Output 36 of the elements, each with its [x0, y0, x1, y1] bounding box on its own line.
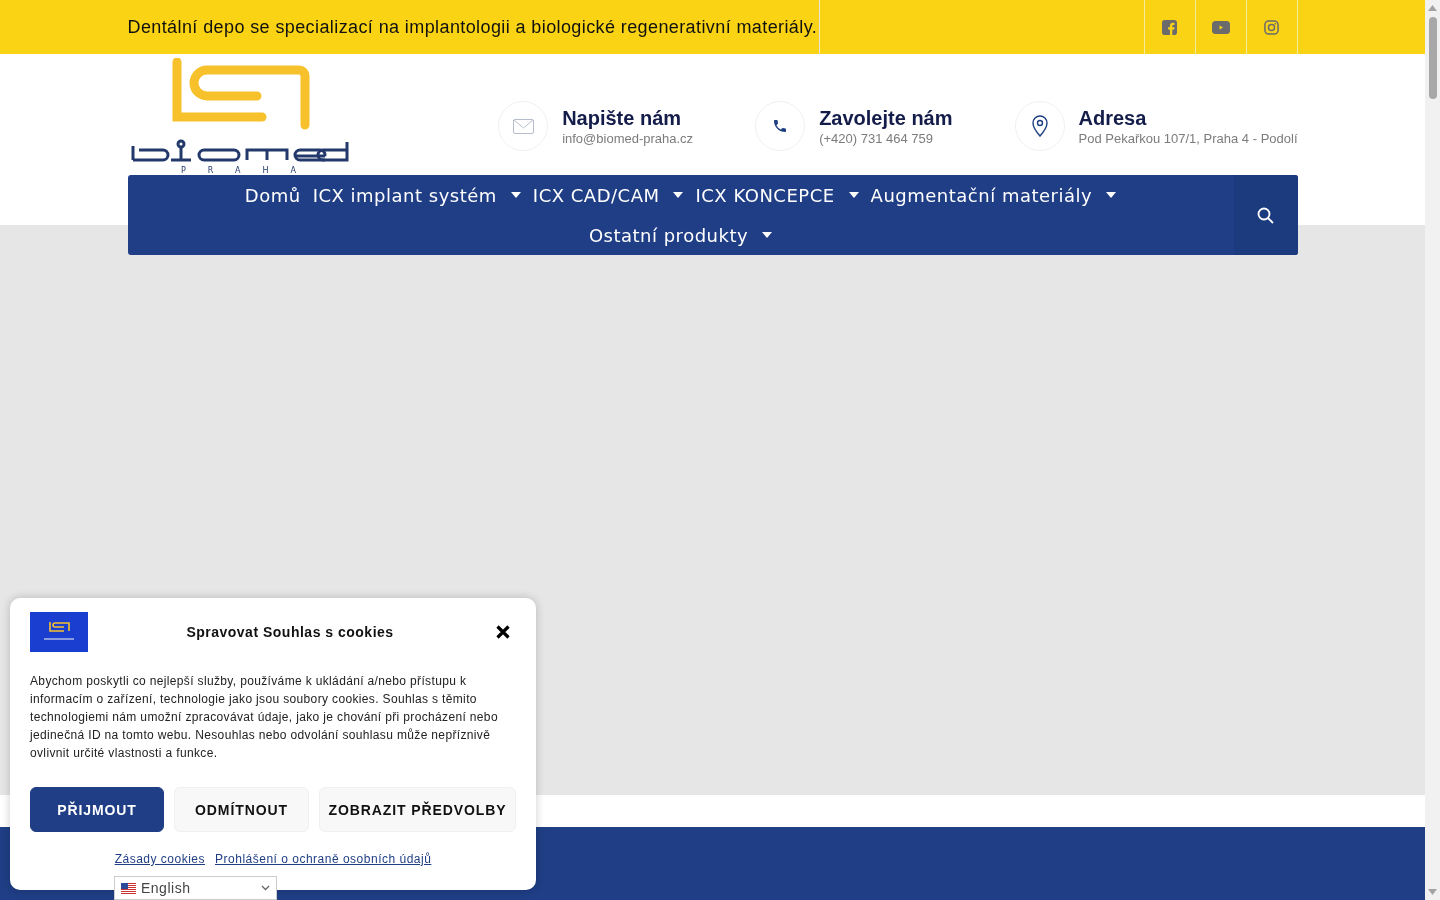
contact-title: Zavolejte nám: [819, 106, 953, 130]
phone-icon: [772, 118, 789, 134]
facebook-icon: [1162, 19, 1177, 35]
contact-detail: info@biomed-praha.cz: [562, 130, 694, 146]
search-icon: [1257, 206, 1274, 224]
accept-button[interactable]: PŘIJMOUT: [30, 787, 164, 832]
scrollbar[interactable]: [1425, 0, 1440, 900]
contact-title: Adresa: [1078, 106, 1148, 130]
location-pin-icon: [1031, 115, 1048, 137]
youtube-icon: [1211, 20, 1230, 34]
policy-link[interactable]: Zásady cookies: [114, 852, 206, 866]
logo-subtitle: PRAHA: [181, 166, 318, 175]
dialog-title: Spravovat Souhlas s cookies: [186, 624, 394, 640]
nav-item[interactable]: Ostatní produkty: [582, 215, 779, 255]
contact-detail: Pod Pekařkou 107/1, Praha 4 - Podolí: [1078, 130, 1298, 146]
contact-detail: (+420) 731 464 759: [819, 130, 934, 146]
nav-item[interactable]: ICX implant systém: [306, 175, 527, 215]
consent-text: Abychom poskytli co nejlepší služby, používáme k ukládání a/nebo přístupu k informacím o zařízení, technologie jako jsou soubory cookies. Souhlas s těmito technologiemi nám umožní zpracovávat údaje, jako je chování při procházení nebo jedinečná ID na tomto webu. Nesouhlas nebo odvolání souhlasu může nepříznivě ovlivnit určité vlastnosti a funkce.: [30, 673, 499, 762]
policy-link[interactable]: Prohlášení o ochraně osobních údajů: [215, 852, 432, 866]
contact-title: Napište nám: [562, 106, 683, 130]
dialog-button[interactable]: ZOBRAZIT PŘEDVOLBY: [319, 787, 516, 832]
scroll-down-icon: [1428, 889, 1437, 895]
nav-item[interactable]: Domů: [238, 175, 307, 215]
instagram-icon: [1264, 19, 1279, 35]
scroll-up-icon: [1428, 5, 1437, 11]
language-select[interactable]: English: [114, 876, 277, 900]
envelope-icon: [512, 118, 534, 134]
scrollbar-thumb[interactable]: [1428, 17, 1437, 99]
chevron-icon: [261, 885, 270, 891]
close-icon: [496, 625, 510, 639]
flag-icon: [121, 882, 136, 894]
nav-item[interactable]: Augmentační materiály: [864, 175, 1123, 215]
dialog-button[interactable]: ODMÍTNOUT: [174, 787, 309, 832]
nav-item[interactable]: ICX KONCEPCE: [689, 175, 865, 215]
search-button[interactable]: [1233, 175, 1298, 255]
nav-item[interactable]: ICX CAD/CAM: [526, 175, 690, 215]
